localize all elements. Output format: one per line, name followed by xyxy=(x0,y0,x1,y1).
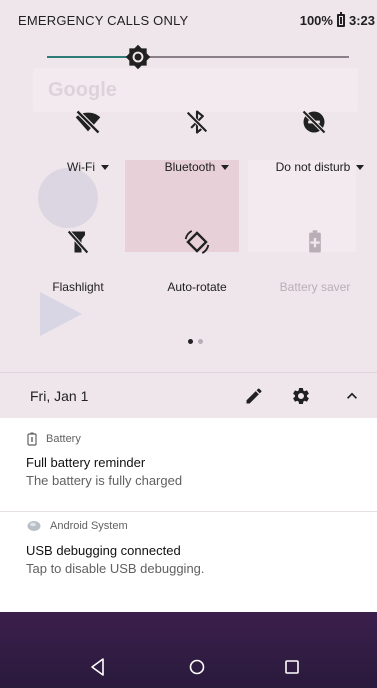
status-bar: EMERGENCY CALLS ONLY 100% 3:23 xyxy=(0,0,377,42)
status-right: 100% 3:23 xyxy=(299,12,375,28)
android-system-icon xyxy=(27,521,41,531)
notification-app-name: Battery xyxy=(46,433,81,445)
notification-title: USB debugging connected xyxy=(26,543,181,558)
navigation-bar xyxy=(0,612,377,688)
recents-icon[interactable] xyxy=(280,655,304,679)
page-indicator xyxy=(188,339,203,344)
flashlight-off-icon xyxy=(67,230,89,254)
brightness-icon[interactable] xyxy=(125,44,151,70)
brightness-slider[interactable] xyxy=(0,42,377,74)
home-icon[interactable] xyxy=(185,655,209,679)
background-app-icon xyxy=(38,168,98,228)
settings-gear-icon[interactable] xyxy=(291,386,311,406)
chevron-down-icon[interactable] xyxy=(356,164,365,170)
tile-flashlight-label: Flashlight xyxy=(52,280,104,294)
carrier-text: EMERGENCY CALLS ONLY xyxy=(18,13,189,28)
date-row: Fri, Jan 1 xyxy=(0,372,377,418)
battery-saver-icon xyxy=(309,230,321,253)
notification-app-row: Android System xyxy=(27,520,128,532)
background-play-icon xyxy=(40,292,82,336)
back-icon[interactable] xyxy=(86,655,110,679)
auto-rotate-icon xyxy=(184,230,210,254)
page-dot xyxy=(198,339,203,344)
notification-body: Tap to disable USB debugging. xyxy=(26,561,205,576)
notification-title: Full battery reminder xyxy=(26,455,146,470)
notification-body: The battery is fully charged xyxy=(26,473,183,488)
bluetooth-off-icon xyxy=(186,110,208,134)
edit-icon[interactable] xyxy=(244,386,264,406)
tile-bluetooth-label: Bluetooth xyxy=(137,160,257,174)
wifi-off-icon xyxy=(75,109,101,135)
do-not-disturb-off-icon xyxy=(302,110,326,134)
tile-wifi-label: Wi-Fi xyxy=(28,160,148,174)
notification-shade: Google EMERGENCY CALLS ONLY 100% 3:23 Wi… xyxy=(0,0,377,688)
notification-app-row: Battery xyxy=(27,432,81,446)
notification-usb-debugging[interactable]: Android System USB debugging connected T… xyxy=(0,512,377,612)
background-google-logo: Google xyxy=(48,79,117,101)
battery-charging-icon xyxy=(336,12,345,27)
tile-do-not-disturb-label: Do not disturb xyxy=(260,160,377,174)
chevron-down-icon[interactable] xyxy=(221,164,230,170)
tile-battery-saver-label: Battery saver xyxy=(279,280,351,294)
battery-percent: 100% xyxy=(299,13,333,28)
notification-battery[interactable]: Battery Full battery reminder The batter… xyxy=(0,418,377,511)
page-dot-active xyxy=(188,339,193,344)
date-label[interactable]: Fri, Jan 1 xyxy=(30,388,88,404)
brightness-track[interactable] xyxy=(47,56,349,58)
notification-app-name: Android System xyxy=(50,520,128,532)
battery-app-icon xyxy=(27,432,37,446)
tile-auto-rotate-label: Auto-rotate xyxy=(167,280,227,294)
chevron-down-icon[interactable] xyxy=(100,164,109,170)
chevron-up-icon[interactable] xyxy=(342,386,362,406)
clock: 3:23 xyxy=(348,13,375,28)
